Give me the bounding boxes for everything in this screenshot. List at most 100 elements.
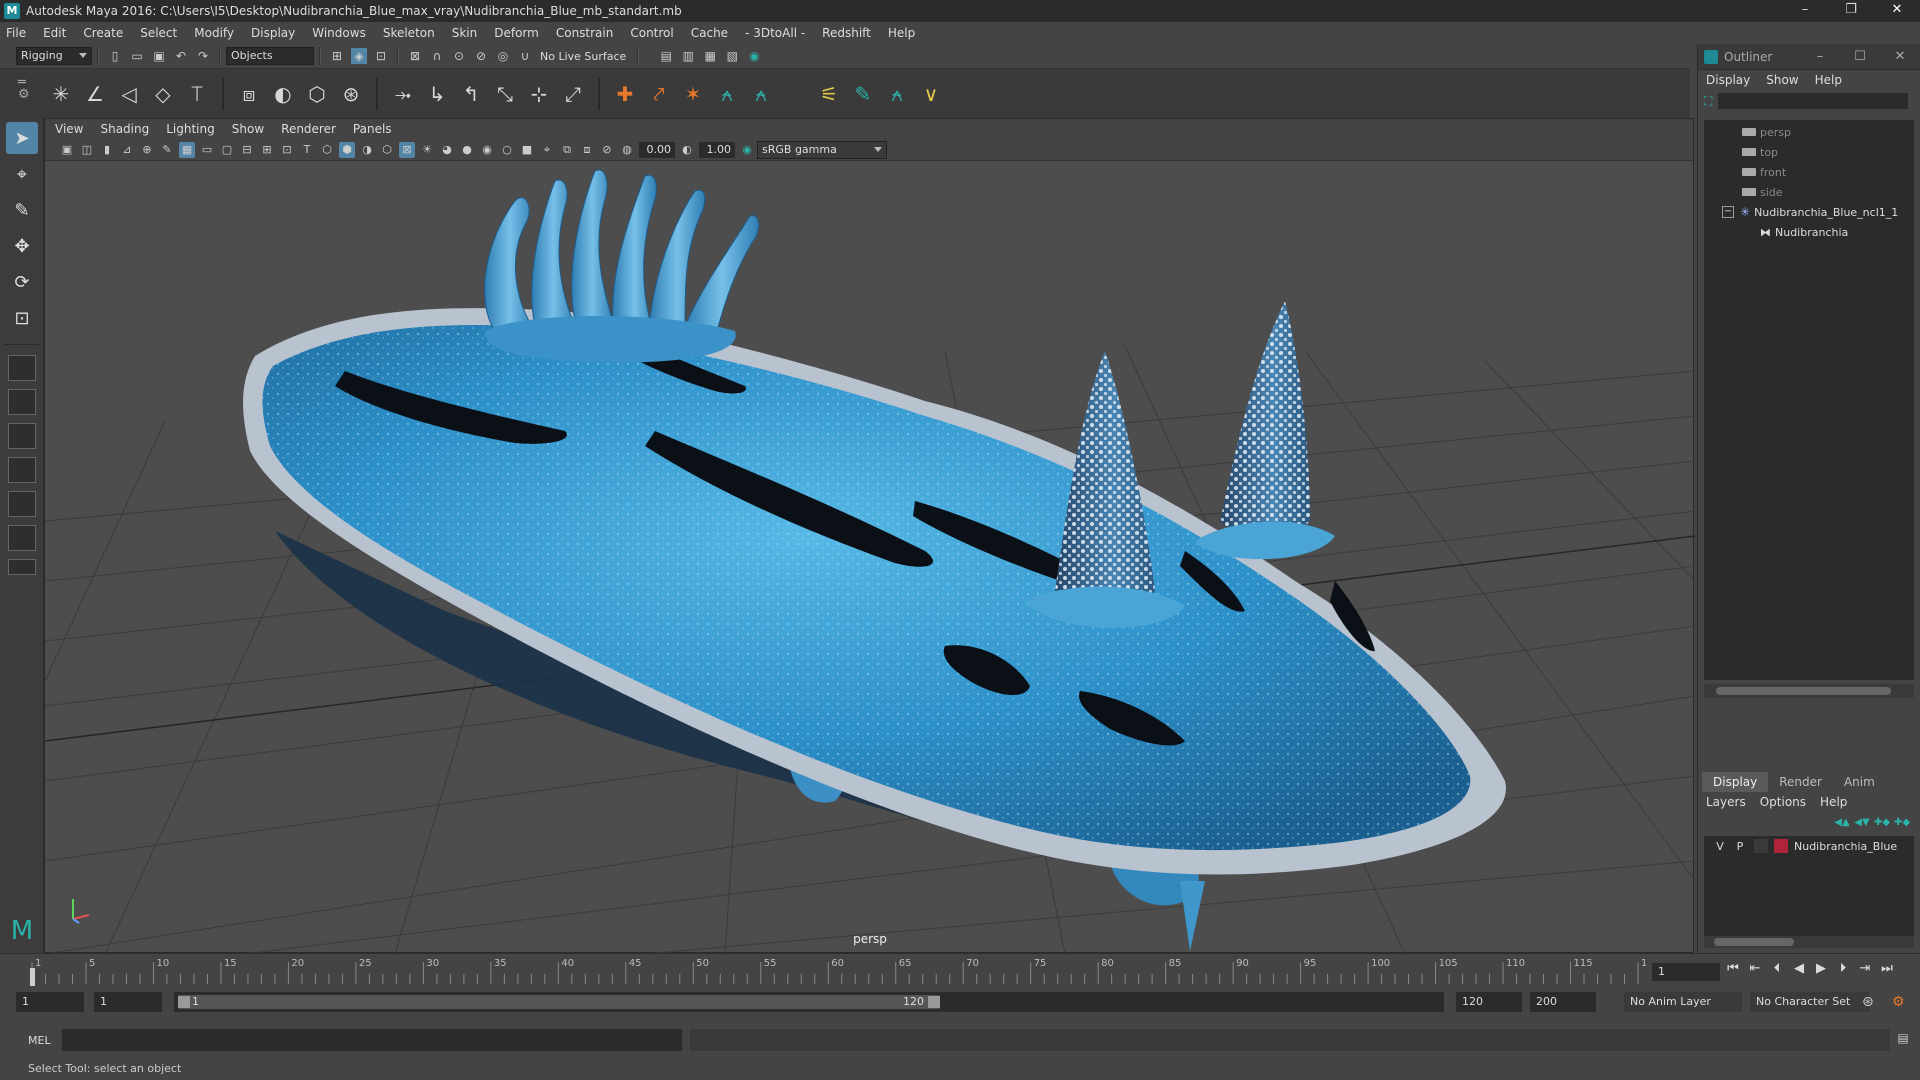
aim-constraint-icon[interactable]: ⊹ bbox=[524, 79, 554, 109]
time-slider[interactable]: 1 5 10 15 20 25 30 35 40 45 50 55 60 65 70 75 80 85 90 95 10… bbox=[0, 953, 1920, 987]
bookmark-icon[interactable]: ▮ bbox=[99, 142, 115, 158]
current-frame-field[interactable]: 1 bbox=[1652, 963, 1720, 981]
shelf-menu-icon[interactable]: ═ ⚙ bbox=[18, 76, 30, 101]
auto-key-icon[interactable]: ⊛ bbox=[1862, 994, 1874, 1010]
3d-scene[interactable]: persp bbox=[44, 161, 1696, 955]
outliner-menu-help[interactable]: Help bbox=[1815, 73, 1842, 87]
exposure-icon[interactable]: ◍ bbox=[619, 142, 635, 158]
outliner-item-group[interactable]: − ✳ Nudibranchia_Blue_ncl1_1 bbox=[1704, 202, 1914, 222]
ipr-render-icon[interactable]: ▦ bbox=[702, 48, 718, 64]
gate-mask-icon[interactable]: ⊟ bbox=[239, 142, 255, 158]
outliner-item-top[interactable]: top bbox=[1704, 142, 1914, 162]
command-input[interactable] bbox=[62, 1029, 682, 1051]
range-start-cap[interactable] bbox=[178, 996, 190, 1008]
outliner-maximize-button[interactable]: ☐ bbox=[1840, 44, 1880, 70]
selection-mode-dropdown[interactable]: Objects bbox=[226, 47, 314, 65]
move-layer-up-icon[interactable]: ◀▲ bbox=[1832, 817, 1852, 828]
close-button[interactable]: ✕ bbox=[1874, 0, 1920, 22]
menu-create[interactable]: Create bbox=[83, 26, 123, 40]
default-material-icon[interactable]: ◑ bbox=[359, 142, 375, 158]
select-tool-icon[interactable]: ➤ bbox=[6, 122, 38, 154]
snap-curve-icon[interactable]: ∩ bbox=[429, 48, 445, 64]
resolution-gate-icon[interactable]: ▢ bbox=[219, 142, 235, 158]
playback-start-field[interactable]: 1 bbox=[94, 992, 162, 1012]
new-layer-selected-icon[interactable]: ✚◆ bbox=[1892, 817, 1912, 828]
play-forward-icon[interactable]: ▶ bbox=[1810, 961, 1832, 976]
select-object-icon[interactable]: ◈ bbox=[351, 48, 367, 64]
exposure-field[interactable]: 0.00 bbox=[639, 141, 675, 158]
menuset-dropdown[interactable]: Rigging bbox=[16, 47, 92, 65]
color-space-dropdown[interactable]: sRGB gamma bbox=[757, 140, 887, 159]
insert-joint-icon[interactable]: ◇ bbox=[148, 79, 178, 109]
menu-select[interactable]: Select bbox=[140, 26, 177, 40]
outliner-minimize-button[interactable]: – bbox=[1800, 44, 1840, 70]
3dtoall-export-icon[interactable]: ⍲ bbox=[746, 79, 776, 109]
snap-point-icon[interactable]: ⊙ bbox=[451, 48, 467, 64]
film-gate-icon[interactable]: ▭ bbox=[199, 142, 215, 158]
gamma-icon[interactable]: ◐ bbox=[679, 142, 695, 158]
persp-graph-layout-icon[interactable] bbox=[8, 457, 36, 483]
outliner-close-button[interactable]: ✕ bbox=[1880, 44, 1920, 70]
snap-surface-icon[interactable]: ◎ bbox=[495, 48, 511, 64]
layer-menu-layers[interactable]: Layers bbox=[1706, 795, 1746, 809]
animation-start-field[interactable]: 1 bbox=[16, 992, 84, 1012]
menu-edit[interactable]: Edit bbox=[43, 26, 66, 40]
save-scene-icon[interactable]: ▣ bbox=[151, 48, 167, 64]
use-all-lights-icon[interactable]: ☀ bbox=[419, 142, 435, 158]
minimize-button[interactable]: – bbox=[1782, 0, 1828, 22]
layer-horizontal-scrollbar[interactable] bbox=[1704, 936, 1914, 948]
range-handle[interactable]: 1 120 bbox=[178, 995, 940, 1009]
create-joint-icon[interactable]: ✳ bbox=[46, 79, 76, 109]
render-frame-icon[interactable]: ▤ bbox=[658, 48, 674, 64]
outliner-search-input[interactable] bbox=[1718, 93, 1909, 109]
grid-toggle-icon[interactable]: ▦ bbox=[179, 141, 195, 158]
menu-skin[interactable]: Skin bbox=[452, 26, 478, 40]
menu-windows[interactable]: Windows bbox=[312, 26, 366, 40]
parent-constraint-icon[interactable]: ⤞ bbox=[388, 79, 418, 109]
grease-pencil-icon[interactable]: ✎ bbox=[159, 142, 175, 158]
outliner-item-persp[interactable]: persp bbox=[1704, 122, 1914, 142]
layer-menu-help[interactable]: Help bbox=[1820, 795, 1847, 809]
panel-menu-lighting[interactable]: Lighting bbox=[166, 122, 215, 136]
mirror-joint-icon[interactable]: ⟙ bbox=[182, 79, 212, 109]
2d-pan-zoom-icon[interactable]: ⊕ bbox=[139, 142, 155, 158]
paint-weights-icon[interactable]: ◐ bbox=[268, 79, 298, 109]
gamma-field[interactable]: 1.00 bbox=[699, 141, 735, 158]
camera-attributes-icon[interactable]: ◫ bbox=[79, 142, 95, 158]
menu-modify[interactable]: Modify bbox=[194, 26, 234, 40]
select-camera-icon[interactable]: ▣ bbox=[59, 142, 75, 158]
magnet-icon[interactable]: ∪ bbox=[517, 48, 533, 64]
go-to-start-icon[interactable]: ⏮ bbox=[1722, 961, 1744, 976]
playback-end-field[interactable]: 120 bbox=[1456, 992, 1522, 1012]
color-management-icon[interactable]: ◉ bbox=[739, 142, 755, 158]
point-constraint-icon[interactable]: ↳ bbox=[422, 79, 452, 109]
select-hierarchy-icon[interactable]: ⊞ bbox=[329, 48, 345, 64]
depth-of-field-icon[interactable]: ■ bbox=[519, 142, 535, 158]
render-settings-icon[interactable]: ▧ bbox=[724, 48, 740, 64]
outliner-item-mesh[interactable]: ⧓ Nudibranchia bbox=[1704, 222, 1914, 242]
motion-blur-icon[interactable]: ◉ bbox=[479, 142, 495, 158]
pole-vector-icon[interactable]: ⤢ bbox=[558, 79, 588, 109]
single-pane-layout-icon[interactable] bbox=[8, 355, 36, 381]
new-layer-icon[interactable]: ✚◆ bbox=[1872, 817, 1892, 828]
wireframe-icon[interactable]: ⬡ bbox=[319, 142, 335, 158]
scale-tool-icon[interactable]: ⊡ bbox=[6, 302, 38, 334]
persp-outliner-layout-icon[interactable] bbox=[8, 491, 36, 517]
menu-file[interactable]: File bbox=[6, 26, 26, 40]
xray-icon[interactable]: ⧉ bbox=[559, 142, 575, 158]
snap-view-plane-icon[interactable]: ⊘ bbox=[473, 48, 489, 64]
anim-layer-dropdown[interactable]: No Anim Layer bbox=[1624, 992, 1742, 1012]
scrollbar-thumb[interactable] bbox=[1716, 687, 1891, 695]
move-layer-down-icon[interactable]: ◀▼ bbox=[1852, 817, 1872, 828]
menu-3dtoall[interactable]: - 3DtoAll - bbox=[745, 26, 805, 40]
collapse-toggle-icon[interactable]: − bbox=[1722, 206, 1734, 218]
mel-label[interactable]: MEL bbox=[28, 1034, 51, 1047]
panel-menu-view[interactable]: View bbox=[55, 122, 83, 136]
outliner-item-side[interactable]: side bbox=[1704, 182, 1914, 202]
filter-icon[interactable]: ⛶ bbox=[1704, 94, 1712, 109]
outliner-horizontal-scrollbar[interactable] bbox=[1704, 684, 1914, 698]
layer-color-swatch[interactable] bbox=[1774, 839, 1788, 853]
vray-icon[interactable]: ∨ bbox=[916, 79, 946, 109]
panel-menu-show[interactable]: Show bbox=[232, 122, 264, 136]
ik-handle-icon[interactable]: ∠ bbox=[80, 79, 110, 109]
